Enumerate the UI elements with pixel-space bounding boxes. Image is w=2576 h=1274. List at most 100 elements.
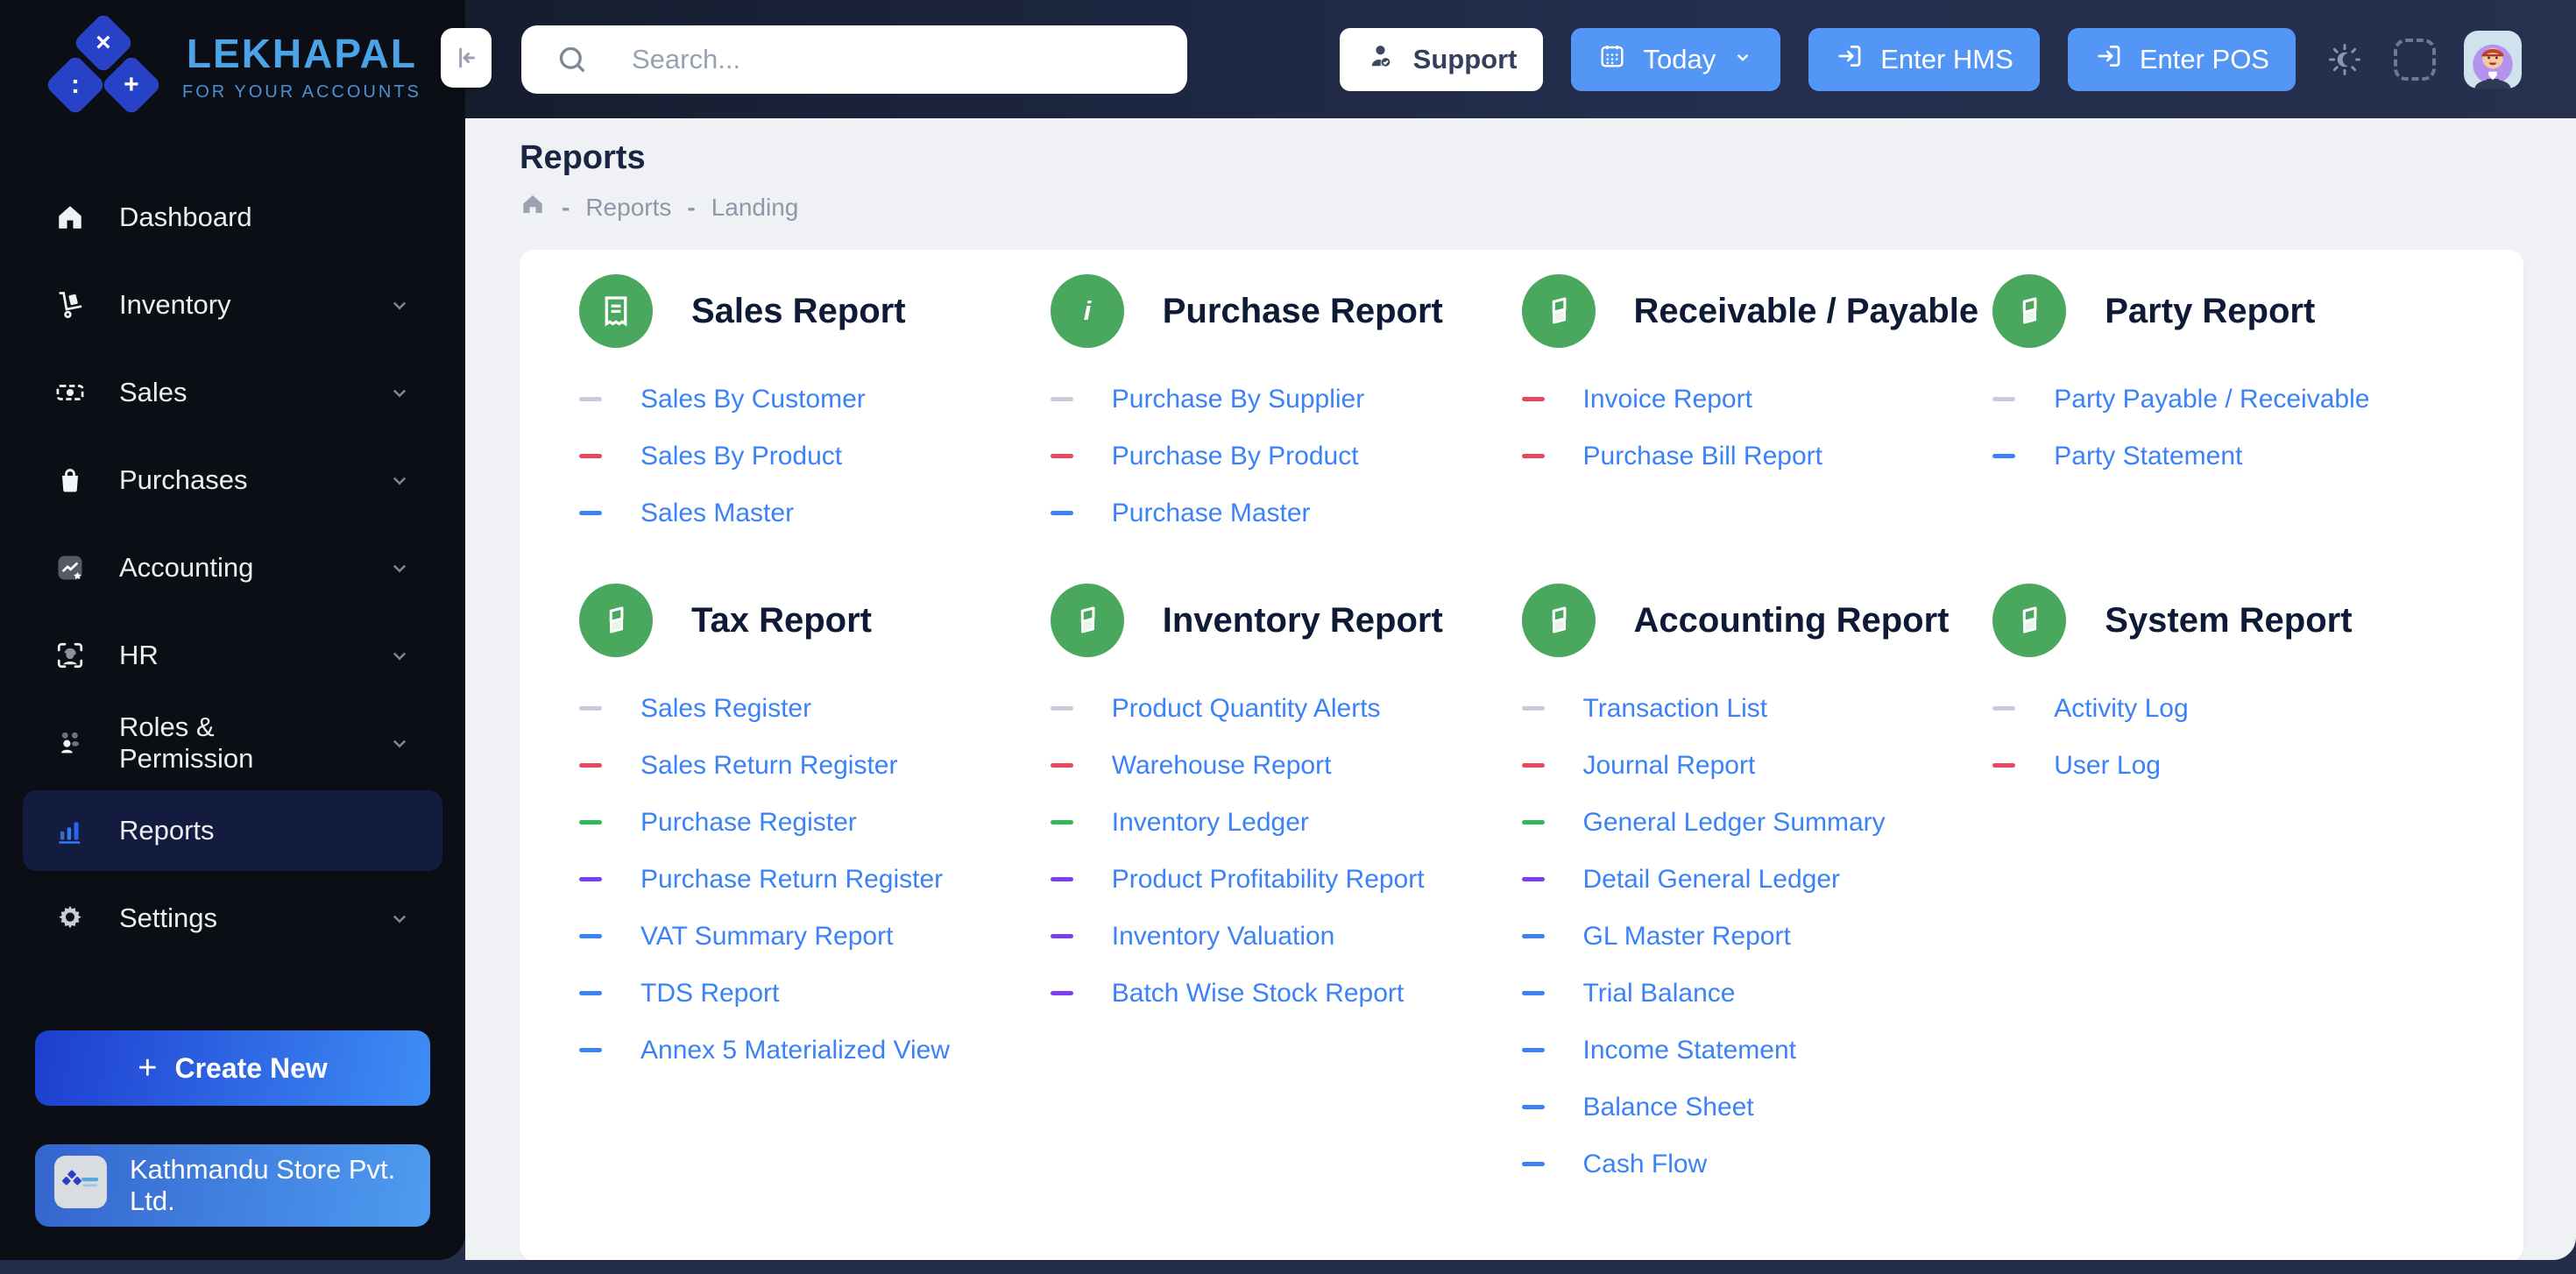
report-link-product-quantity-alerts[interactable]: Product Quantity Alerts <box>1112 694 1381 724</box>
home-icon[interactable] <box>520 191 546 223</box>
section-items: Product Quantity Alerts Warehouse Report I… <box>1050 680 1522 1022</box>
report-link-user-log[interactable]: User Log <box>2054 751 2161 781</box>
company-logo-icon <box>54 1156 107 1215</box>
dash-bullet-icon <box>579 454 602 458</box>
report-link-income-statement[interactable]: Income Statement <box>1583 1036 1796 1065</box>
dash-bullet-icon <box>579 820 602 825</box>
report-link-party-statement[interactable]: Party Statement <box>2054 442 2242 471</box>
report-link-general-ledger-summary[interactable]: General Ledger Summary <box>1583 808 1886 838</box>
support-button[interactable]: Support <box>1339 27 1544 91</box>
cash-3d-icon <box>1521 274 1596 348</box>
section-header: Receivable / Payable <box>1521 274 1993 348</box>
dash-bullet-icon <box>1050 454 1073 458</box>
section-header: Tax Report <box>579 584 1051 657</box>
sidebar-nav: Dashboard Inventory Sales Purchases Accounti… <box>0 131 465 1030</box>
breadcrumb-item-landing[interactable]: Landing <box>711 194 799 222</box>
report-link-tds-report[interactable]: TDS Report <box>640 979 779 1009</box>
create-new-label: Create New <box>174 1051 328 1084</box>
report-link-trial-balance[interactable]: Trial Balance <box>1583 979 1736 1009</box>
report-link-row: Product Quantity Alerts <box>1050 680 1522 737</box>
report-link-row: Sales Return Register <box>579 737 1051 794</box>
enter-pos-button[interactable]: Enter POS <box>2067 27 2296 91</box>
report-link-gl-master-report[interactable]: GL Master Report <box>1583 922 1791 952</box>
report-link-row: Sales Register <box>579 680 1051 737</box>
report-link-annex-5-materialized-view[interactable]: Annex 5 Materialized View <box>640 1036 950 1065</box>
report-link-sales-return-register[interactable]: Sales Return Register <box>640 751 897 781</box>
cash-3d-icon <box>1050 584 1124 657</box>
sidebar-item-reports[interactable]: Reports <box>23 790 442 871</box>
section-items: Sales Register Sales Return Register Purch… <box>579 680 1051 1079</box>
gear-icon <box>53 901 88 936</box>
users-icon <box>53 725 88 761</box>
report-link-purchase-master[interactable]: Purchase Master <box>1112 499 1311 528</box>
enter-hms-button[interactable]: Enter HMS <box>1808 27 2040 91</box>
report-link-journal-report[interactable]: Journal Report <box>1583 751 1756 781</box>
sidebar-item-sales[interactable]: Sales <box>23 352 442 433</box>
report-link-purchase-return-register[interactable]: Purchase Return Register <box>640 865 943 895</box>
report-link-balance-sheet[interactable]: Balance Sheet <box>1583 1093 1754 1122</box>
section-title: Party Report <box>2105 291 2316 330</box>
user-avatar[interactable] <box>2464 30 2522 88</box>
report-link-purchase-by-supplier[interactable]: Purchase By Supplier <box>1112 385 1365 414</box>
report-link-row: General Ledger Summary <box>1521 794 1993 851</box>
page-head: Reports - Reports - Landing <box>465 118 2576 223</box>
sidebar-item-label: HR <box>119 640 159 670</box>
report-link-batch-wise-stock-report[interactable]: Batch Wise Stock Report <box>1112 979 1404 1009</box>
report-link-vat-summary-report[interactable]: VAT Summary Report <box>640 922 893 952</box>
sidebar-item-label: Settings <box>119 902 218 933</box>
chevron-down-icon <box>386 292 413 318</box>
report-link-purchase-register[interactable]: Purchase Register <box>640 808 857 838</box>
report-link-sales-register[interactable]: Sales Register <box>640 694 811 724</box>
create-new-button[interactable]: + Create New <box>35 1030 430 1106</box>
report-link-detail-general-ledger[interactable]: Detail General Ledger <box>1583 865 1841 895</box>
report-link-transaction-list[interactable]: Transaction List <box>1583 694 1768 724</box>
cash-3d-icon <box>1521 584 1596 657</box>
sidebar-item-dashboard[interactable]: Dashboard <box>23 177 442 258</box>
section-header: Inventory Report <box>1050 584 1522 657</box>
report-link-row: Purchase Return Register <box>579 851 1051 908</box>
report-section-sales-report: Sales Report Sales By Customer Sales By Pr… <box>579 274 1051 541</box>
report-section-accounting-report: Accounting Report Transaction List Journal… <box>1521 584 1993 1193</box>
company-switcher-button[interactable]: Kathmandu Store Pvt. Ltd. <box>35 1144 430 1227</box>
report-link-cash-flow[interactable]: Cash Flow <box>1583 1150 1708 1179</box>
report-link-sales-by-product[interactable]: Sales By Product <box>640 442 842 471</box>
report-link-row: Warehouse Report <box>1050 737 1522 794</box>
section-items: Sales By Customer Sales By Product Sales M… <box>579 371 1051 541</box>
report-link-sales-by-customer[interactable]: Sales By Customer <box>640 385 866 414</box>
report-link-product-profitability-report[interactable]: Product Profitability Report <box>1112 865 1425 895</box>
search-input[interactable] <box>632 43 1157 75</box>
dash-bullet-icon <box>1521 397 1545 401</box>
sidebar-item-roles-permission[interactable]: Roles & Permission <box>23 703 442 783</box>
today-button[interactable]: Today <box>1571 27 1781 91</box>
report-link-row: Activity Log <box>1992 680 2464 737</box>
report-link-activity-log[interactable]: Activity Log <box>2054 694 2188 724</box>
sidebar-item-inventory[interactable]: Inventory <box>23 265 442 345</box>
cash-icon <box>53 375 88 410</box>
sidebar-item-label: Purchases <box>119 464 248 495</box>
dash-bullet-icon <box>1521 1048 1545 1052</box>
breadcrumb-item-reports[interactable]: Reports <box>585 194 671 222</box>
sidebar-item-accounting[interactable]: Accounting <box>23 527 442 608</box>
report-link-invoice-report[interactable]: Invoice Report <box>1583 385 1752 414</box>
sidebar-item-purchases[interactable]: Purchases <box>23 440 442 520</box>
fullscreen-button[interactable] <box>2394 38 2436 81</box>
report-sections-grid: Sales Report Sales By Customer Sales By Pr… <box>579 274 2464 1193</box>
sidebar-collapse-button[interactable] <box>441 28 492 88</box>
dash-bullet-icon <box>1050 763 1073 768</box>
section-title: Sales Report <box>691 291 906 330</box>
report-link-warehouse-report[interactable]: Warehouse Report <box>1112 751 1332 781</box>
dash-bullet-icon <box>579 511 602 515</box>
theme-sun-moon-icon <box>2329 43 2360 75</box>
report-link-inventory-valuation[interactable]: Inventory Valuation <box>1112 922 1335 952</box>
report-link-sales-master[interactable]: Sales Master <box>640 499 794 528</box>
report-link-party-payable-receivable[interactable]: Party Payable / Receivable <box>2054 385 2369 414</box>
theme-toggle-button[interactable] <box>2324 39 2366 81</box>
sidebar-item-settings[interactable]: Settings <box>23 878 442 959</box>
dash-bullet-icon <box>579 1048 602 1052</box>
brand-tagline: FOR YOUR ACCOUNTS <box>182 81 421 102</box>
report-link-purchase-bill-report[interactable]: Purchase Bill Report <box>1583 442 1822 471</box>
sidebar-item-hr[interactable]: HR <box>23 615 442 696</box>
report-link-purchase-by-product[interactable]: Purchase By Product <box>1112 442 1359 471</box>
sidebar-item-label: Sales <box>119 377 188 407</box>
report-link-inventory-ledger[interactable]: Inventory Ledger <box>1112 808 1309 838</box>
